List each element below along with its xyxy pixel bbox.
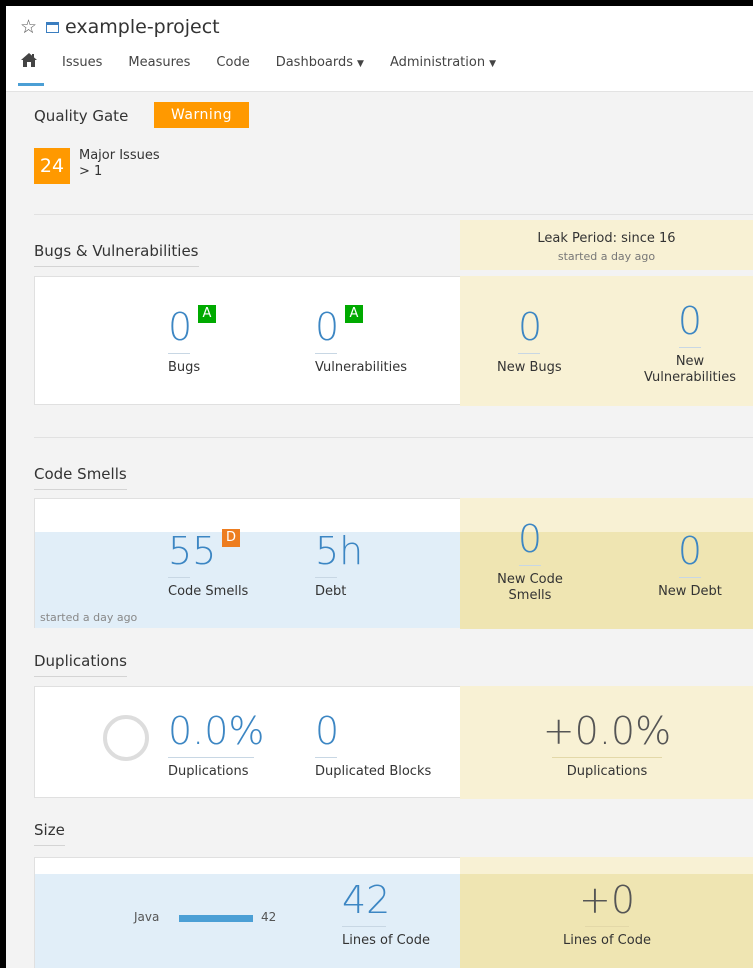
nav-code[interactable]: Code xyxy=(216,55,249,70)
divider xyxy=(34,437,753,438)
value-underline xyxy=(519,565,541,566)
new-lines-of-code-label: Lines of Code xyxy=(563,933,651,948)
value-underline xyxy=(342,926,386,927)
lines-of-code-measure[interactable]: 42 Lines of Code xyxy=(342,880,430,949)
bugs-section-title[interactable]: Bugs & Vulnerabilities xyxy=(34,242,199,267)
language-name: Java xyxy=(134,910,160,924)
size-section-title[interactable]: Size xyxy=(34,821,65,846)
quality-gate-label: Quality Gate xyxy=(34,107,129,125)
new-debt-measure[interactable]: 0 New Debt xyxy=(645,531,735,600)
quality-gate-condition-count[interactable]: 24 xyxy=(34,148,70,184)
leak-period-title: Leak Period: since 16 xyxy=(537,231,676,246)
duplications-measure[interactable]: 0.0% Duplications xyxy=(168,711,265,780)
new-code-smells-label-1: New Code xyxy=(497,572,563,587)
quality-gate-condition: Major Issues > 1 xyxy=(79,148,160,180)
code-smells-label: Code Smells xyxy=(168,584,249,599)
size-panel: Java 42 42 Lines of Code +0 Lines of Cod… xyxy=(34,857,753,968)
dashboard-frame: ☆ example-project Issues Measures Code D… xyxy=(6,6,753,968)
bugs-panel: 0 Bugs A 0 Vulnerabilities A 0 New Bugs … xyxy=(34,276,753,406)
new-vulnerabilities-value: 0 xyxy=(677,299,703,343)
nav-dashboards-label: Dashboards xyxy=(275,54,354,70)
language-distribution-bar xyxy=(179,915,253,922)
duplicated-blocks-label: Duplicated Blocks xyxy=(315,764,432,779)
value-underline xyxy=(679,577,701,578)
duplications-panel: 0.0% Duplications 0 Duplicated Blocks +0… xyxy=(34,686,753,799)
new-vulnerabilities-label-2: Vulnerabilities xyxy=(644,370,736,385)
new-lines-of-code-measure[interactable]: +0 Lines of Code xyxy=(460,880,753,949)
nav-measures[interactable]: Measures xyxy=(128,55,190,70)
value-underline xyxy=(168,757,254,758)
new-vulnerabilities-label-1: New xyxy=(675,354,705,369)
leak-period-subtitle: started a day ago xyxy=(557,250,656,263)
size-leak-area xyxy=(460,857,753,874)
new-lines-of-code-value: +0 xyxy=(578,878,636,922)
history-note: started a day ago xyxy=(40,611,138,624)
code-smells-panel: started a day ago 55 Code Smells D 5h De… xyxy=(34,498,753,629)
nav-administration[interactable]: Administration ▼ xyxy=(390,55,496,70)
language-loc: 42 xyxy=(261,910,277,924)
new-vulnerabilities-measure[interactable]: 0 New Vulnerabilities xyxy=(635,301,745,386)
value-underline xyxy=(315,353,337,354)
debt-value: 5h xyxy=(315,529,364,573)
caret-down-icon: ▼ xyxy=(357,58,364,69)
vulnerabilities-rating-badge[interactable]: A xyxy=(345,305,363,323)
project-nav: Issues Measures Code Dashboards ▼ Adminis… xyxy=(18,49,522,86)
nav-dashboards[interactable]: Dashboards ▼ xyxy=(276,55,364,70)
lines-of-code-value: 42 xyxy=(342,878,391,922)
bugs-rating-badge[interactable]: A xyxy=(198,305,216,323)
condition-name: Major Issues xyxy=(79,148,160,163)
duplicated-blocks-value: 0 xyxy=(315,709,340,753)
duplications-label: Duplications xyxy=(168,764,249,779)
value-underline xyxy=(168,577,190,578)
condition-value: > 1 xyxy=(79,164,103,179)
new-debt-label: New Debt xyxy=(658,584,722,599)
duplications-donut-chart xyxy=(103,715,149,761)
debt-label: Debt xyxy=(315,584,347,599)
value-underline xyxy=(168,353,190,354)
home-icon[interactable] xyxy=(18,49,44,86)
active-tab-indicator xyxy=(18,83,44,86)
new-code-smells-measure[interactable]: 0 New Code Smells xyxy=(491,519,569,604)
project-title-row: ☆ example-project xyxy=(20,16,220,38)
bugs-value: 0 xyxy=(168,305,193,349)
code-smells-section-title[interactable]: Code Smells xyxy=(34,465,127,490)
lines-of-code-label: Lines of Code xyxy=(342,933,430,948)
project-icon xyxy=(46,21,60,33)
value-underline xyxy=(679,347,701,348)
star-icon[interactable]: ☆ xyxy=(20,17,37,37)
nav-issues[interactable]: Issues xyxy=(62,55,102,70)
value-underline xyxy=(585,926,629,927)
new-debt-value: 0 xyxy=(677,529,703,573)
value-underline xyxy=(518,353,540,354)
leak-period-header: Leak Period: since 16 started a day ago xyxy=(460,220,753,270)
new-duplications-value: +0.0% xyxy=(542,709,672,753)
duplications-value: 0.0% xyxy=(168,709,265,753)
new-bugs-measure[interactable]: 0 New Bugs xyxy=(497,307,562,376)
bugs-label: Bugs xyxy=(168,360,201,375)
divider xyxy=(34,214,753,215)
new-code-smells-label-2: Smells xyxy=(508,588,552,603)
vulnerabilities-label: Vulnerabilities xyxy=(315,360,407,375)
header: ☆ example-project Issues Measures Code D… xyxy=(6,6,753,92)
project-name[interactable]: example-project xyxy=(65,16,220,38)
new-code-smells-value: 0 xyxy=(517,517,543,561)
bugs-measure[interactable]: 0 Bugs xyxy=(168,307,200,376)
caret-down-icon: ▼ xyxy=(489,58,496,69)
value-underline xyxy=(315,577,337,578)
new-duplications-label: Duplications xyxy=(566,764,648,779)
nav-administration-label: Administration xyxy=(389,54,486,70)
value-underline xyxy=(315,757,337,758)
new-bugs-value: 0 xyxy=(518,305,543,349)
new-duplications-measure[interactable]: +0.0% Duplications xyxy=(460,711,753,780)
debt-measure[interactable]: 5h Debt xyxy=(315,531,363,600)
duplications-section-title[interactable]: Duplications xyxy=(34,652,127,677)
quality-gate-status-badge: Warning xyxy=(154,102,249,128)
duplicated-blocks-measure[interactable]: 0 Duplicated Blocks xyxy=(315,711,431,780)
new-bugs-label: New Bugs xyxy=(497,360,562,375)
code-smells-rating-badge[interactable]: D xyxy=(222,529,240,547)
value-underline xyxy=(552,757,662,758)
